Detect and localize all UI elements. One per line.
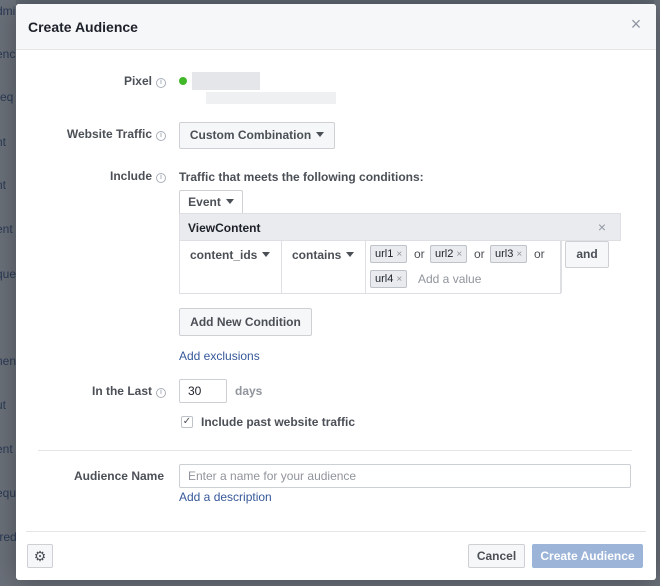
or-separator: or <box>534 247 545 261</box>
rule-body: content_ids contains url1 × or url2 × or u… <box>179 241 562 294</box>
chevron-down-icon <box>316 132 325 137</box>
remove-icon[interactable]: × <box>396 274 402 285</box>
rule-header: ViewContent × <box>179 213 621 241</box>
rule-box: ViewContent × content_ids contains url1 ×… <box>179 213 621 294</box>
background-row: t <box>0 310 16 340</box>
audience-name-label: Audience Name <box>73 469 164 483</box>
pixel-name-redacted <box>192 72 260 90</box>
background-page-left: dmi enc req nt nt ent que t nen ut ent e… <box>0 0 16 586</box>
info-icon[interactable]: i <box>156 131 166 141</box>
remove-icon[interactable]: × <box>516 249 522 260</box>
background-row: fred <box>0 530 16 544</box>
in-the-last-label-row: In the Last i <box>16 384 166 398</box>
value-token[interactable]: url3 × <box>490 245 528 263</box>
info-icon[interactable]: i <box>156 173 166 183</box>
footer-divider <box>26 531 646 532</box>
add-exclusions-link[interactable]: Add exclusions <box>179 349 260 363</box>
background-row: nt <box>0 178 7 192</box>
remove-icon[interactable]: × <box>456 249 462 260</box>
or-separator: or <box>474 247 485 261</box>
in-the-last-label: In the Last <box>91 384 152 398</box>
rule-event-name: ViewContent <box>188 221 261 235</box>
website-traffic-value: Custom Combination <box>189 128 312 142</box>
background-row: que <box>0 267 16 281</box>
operator-dropdown[interactable]: contains <box>282 241 366 293</box>
background-row: ent <box>0 442 13 456</box>
chevron-down-icon <box>225 199 234 204</box>
value-token[interactable]: url2 × <box>430 245 468 263</box>
parameter-dropdown[interactable]: content_ids <box>180 241 282 293</box>
pixel-id-redacted <box>206 92 336 104</box>
close-icon[interactable]: × <box>628 15 644 33</box>
pixel-status-dot <box>179 77 187 85</box>
close-icon[interactable]: × <box>598 219 606 235</box>
website-traffic-label: Website Traffic <box>66 127 152 141</box>
background-row: equ <box>0 486 16 500</box>
background-page-bottom <box>16 580 656 586</box>
background-row: ent <box>0 222 13 236</box>
background-row: ut <box>0 398 7 412</box>
include-condition-text: Traffic that meets the following conditi… <box>179 170 424 184</box>
website-traffic-label-row: Website Traffic i <box>16 127 166 141</box>
include-past-traffic-label: Include past website traffic <box>201 415 356 429</box>
dialog-header: Create Audience × <box>16 4 656 50</box>
cancel-button[interactable]: Cancel <box>468 544 525 568</box>
chevron-down-icon <box>262 252 271 257</box>
info-icon[interactable]: i <box>156 388 166 398</box>
and-button[interactable]: and <box>565 241 609 268</box>
background-row: nt <box>0 135 7 149</box>
include-label: Include <box>109 169 152 183</box>
pixel-label-row: Pixel i <box>16 74 166 88</box>
parameter-value: content_ids <box>190 248 258 262</box>
include-past-traffic-checkbox[interactable]: ✓ <box>181 416 193 428</box>
create-audience-dialog: Create Audience × Pixel i Website Traffic… <box>16 4 656 580</box>
section-divider <box>38 450 632 451</box>
background-row: req <box>0 90 14 104</box>
add-value-placeholder[interactable]: Add a value <box>418 272 481 286</box>
create-audience-button[interactable]: Create Audience <box>532 544 643 568</box>
pixel-label: Pixel <box>123 74 152 88</box>
value-token[interactable]: url1 × <box>370 245 408 263</box>
chevron-down-icon <box>346 252 355 257</box>
value-token[interactable]: url4 × <box>370 270 408 288</box>
website-traffic-dropdown[interactable]: Custom Combination <box>179 122 335 149</box>
info-icon[interactable]: i <box>156 78 166 88</box>
add-description-link[interactable]: Add a description <box>179 490 272 504</box>
audience-name-input[interactable] <box>179 464 631 488</box>
gear-icon[interactable]: ⚙ <box>27 544 53 568</box>
remove-icon[interactable]: × <box>396 249 402 260</box>
values-field[interactable]: url1 × or url2 × or url3 × or url4 × Add a v… <box>366 241 562 293</box>
operator-value: contains <box>292 248 342 262</box>
add-new-condition-button[interactable]: Add New Condition <box>179 308 312 336</box>
event-dropdown[interactable]: Event <box>179 190 243 214</box>
background-row: enc <box>0 47 16 61</box>
background-row: nen <box>0 354 16 368</box>
days-label: days <box>235 384 263 398</box>
event-dropdown-label: Event <box>188 195 221 209</box>
days-input[interactable] <box>179 379 227 403</box>
include-label-row: Include i <box>16 169 166 183</box>
background-row: dmi <box>0 4 16 18</box>
dialog-title: Create Audience <box>28 19 138 35</box>
or-separator: or <box>414 247 425 261</box>
